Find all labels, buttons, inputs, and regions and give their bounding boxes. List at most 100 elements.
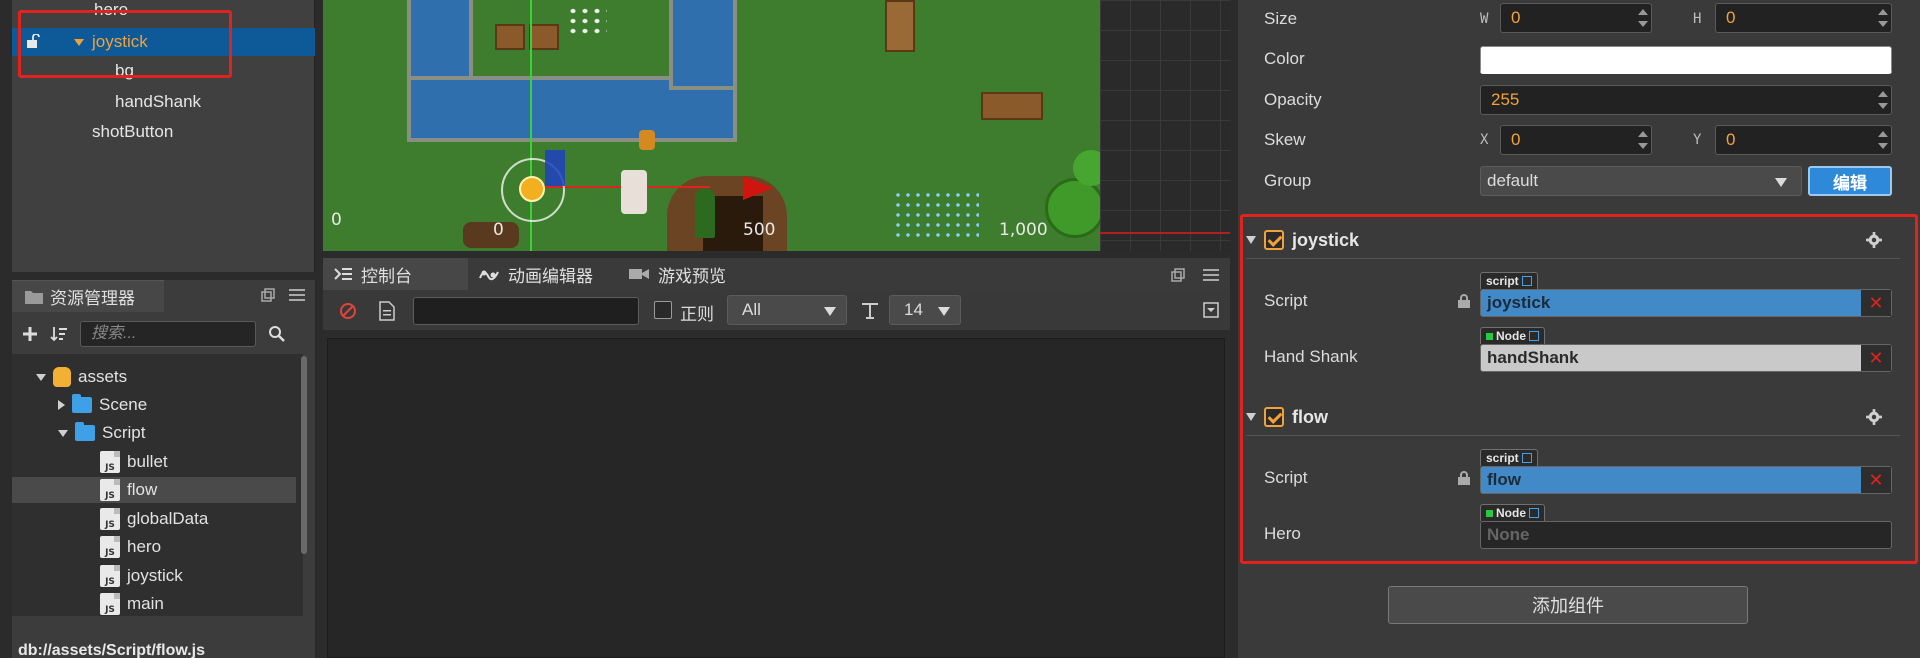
clear-field-icon[interactable]: ✕ <box>1861 345 1891 371</box>
stump-sprite <box>463 222 519 248</box>
tree-item-joystick[interactable]: JS joystick <box>100 563 183 589</box>
component-header-joystick[interactable]: joystick <box>1246 223 1359 257</box>
component-enabled-checkbox[interactable] <box>1264 407 1284 427</box>
assets-toolbar: 搜索... <box>12 316 315 352</box>
console-output[interactable] <box>327 338 1225 658</box>
crate-sprite <box>495 24 525 50</box>
unlock-icon[interactable] <box>26 34 40 48</box>
tab-animation-editor[interactable]: 动画编辑器 <box>468 258 618 290</box>
tree-item-script[interactable]: Script <box>58 420 145 446</box>
add-component-button[interactable]: 添加组件 <box>1388 586 1748 624</box>
script-field-flow[interactable]: flow ✕ <box>1480 466 1892 494</box>
stepper-icon[interactable] <box>1877 128 1889 152</box>
type-tag-label: Node <box>1496 506 1526 520</box>
stepper-icon[interactable] <box>1637 128 1649 152</box>
tree-node-handshank[interactable]: handShank <box>115 88 201 116</box>
script-field-joystick[interactable]: joystick ✕ <box>1480 289 1892 317</box>
component-enabled-checkbox[interactable] <box>1264 230 1284 250</box>
tab-game-preview[interactable]: 游戏预览 <box>618 258 768 290</box>
external-link-icon[interactable] <box>1529 508 1539 518</box>
file-icon[interactable] <box>379 301 395 321</box>
selection-gizmo[interactable] <box>545 150 565 186</box>
skew-y-input[interactable]: 0 <box>1715 125 1892 155</box>
type-tag-label: Node <box>1496 329 1526 343</box>
menu-icon[interactable] <box>289 288 305 302</box>
size-h-input[interactable]: 0 <box>1715 3 1892 33</box>
filter-input[interactable] <box>413 297 639 325</box>
size-w-input[interactable]: 0 <box>1500 3 1652 33</box>
collapse-caret-icon[interactable] <box>58 400 65 410</box>
section-divider <box>1246 258 1900 259</box>
menu-icon[interactable] <box>1203 268 1219 282</box>
expand-caret-icon[interactable] <box>74 39 84 46</box>
tree-node-bg[interactable]: bg <box>115 58 134 84</box>
external-link-icon[interactable] <box>1521 276 1532 286</box>
chevron-down-icon <box>1775 178 1787 187</box>
font-size-select[interactable]: 14 <box>889 295 961 325</box>
prop-opacity-label: Opacity <box>1264 90 1322 109</box>
external-link-icon[interactable] <box>1521 453 1532 463</box>
collapse-icon[interactable] <box>1203 302 1219 318</box>
regex-checkbox[interactable] <box>654 301 672 319</box>
stepper-icon[interactable] <box>1877 6 1889 30</box>
tab-assets[interactable]: 资源管理器 <box>12 280 164 312</box>
scene-view[interactable]: 0 0 500 1,000 <box>323 0 1230 251</box>
tab-console[interactable]: 控制台 <box>323 258 468 290</box>
prop-color-label: Color <box>1264 49 1305 68</box>
collapse-toggle-icon[interactable] <box>1246 413 1256 421</box>
clear-field-icon[interactable]: ✕ <box>1861 290 1891 316</box>
tree-item-scene[interactable]: Scene <box>58 392 147 418</box>
popout-icon[interactable] <box>1171 268 1185 282</box>
folder-icon <box>72 394 92 413</box>
expand-caret-icon[interactable] <box>58 429 68 437</box>
asset-tree-scrollbar[interactable] <box>301 356 307 554</box>
hero-field[interactable]: None <box>1480 521 1892 549</box>
tree-node-shotbutton[interactable]: shotButton <box>92 118 173 146</box>
tree-item-globaldata[interactable]: JS globalData <box>100 506 208 532</box>
flower-patch <box>893 190 979 242</box>
clear-field-icon[interactable]: ✕ <box>1861 467 1891 493</box>
component-header-flow[interactable]: flow <box>1246 400 1328 434</box>
log-level-select[interactable]: All <box>727 295 847 325</box>
tree-item-flow[interactable]: JS flow <box>12 477 296 503</box>
bridge-sprite <box>885 0 915 52</box>
tree-item-assets[interactable]: assets <box>36 364 127 390</box>
skew-y-label: Y <box>1693 132 1702 148</box>
tree-node-hero[interactable]: hero <box>94 0 128 22</box>
clear-icon[interactable] <box>339 302 357 320</box>
size-w-label: W <box>1480 11 1489 27</box>
color-swatch[interactable] <box>1480 46 1892 74</box>
edit-group-button[interactable]: 编辑 <box>1808 166 1892 196</box>
skew-x-input[interactable]: 0 <box>1500 125 1652 155</box>
field-value: flow <box>1487 470 1521 489</box>
stepper-icon[interactable] <box>1877 88 1889 112</box>
tree-node-joystick[interactable]: joystick <box>12 28 315 56</box>
handshank-field[interactable]: handShank ✕ <box>1480 344 1892 372</box>
gear-icon[interactable] <box>1866 409 1882 425</box>
game-canvas[interactable]: 0 0 500 1,000 <box>323 0 1100 251</box>
crate-sprite <box>529 24 559 50</box>
prop-handshank-label: Hand Shank <box>1264 347 1358 366</box>
add-icon[interactable] <box>22 326 38 342</box>
x-axis-arrow-icon[interactable] <box>743 176 773 200</box>
search-icon[interactable] <box>268 325 286 343</box>
search-input[interactable]: 搜索... <box>80 321 256 347</box>
collapse-toggle-icon[interactable] <box>1246 236 1256 244</box>
stepper-icon[interactable] <box>1637 6 1649 30</box>
tree-item-main[interactable]: JS main <box>100 591 164 616</box>
tree-item-label: globalData <box>127 509 209 528</box>
opacity-input[interactable]: 255 <box>1480 85 1892 115</box>
expand-caret-icon[interactable] <box>36 373 46 381</box>
tree-item-bullet[interactable]: JS bullet <box>100 449 168 475</box>
sort-icon[interactable] <box>50 325 68 343</box>
field-value: joystick <box>1487 293 1551 312</box>
popout-icon[interactable] <box>261 288 275 302</box>
gear-icon[interactable] <box>1866 232 1882 248</box>
camera-icon <box>629 269 649 279</box>
tree-sprite <box>695 188 715 238</box>
external-link-icon[interactable] <box>1529 331 1539 341</box>
field-value: None <box>1487 525 1530 544</box>
tree-item-hero[interactable]: JS hero <box>100 534 161 560</box>
group-select[interactable]: default <box>1480 166 1802 196</box>
rocks-sprite <box>567 6 607 36</box>
